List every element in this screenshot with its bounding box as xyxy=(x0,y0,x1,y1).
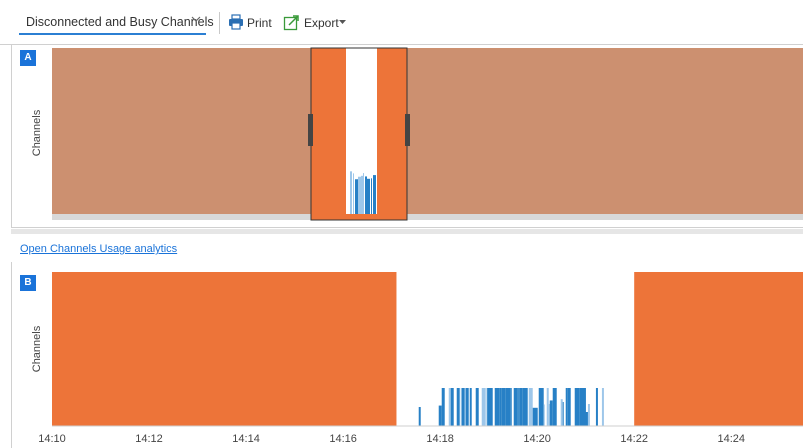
usage-bar xyxy=(519,388,523,426)
usage-bar xyxy=(499,388,502,426)
panel-b-y-axis-label: Channels xyxy=(31,325,43,373)
print-label: Print xyxy=(247,16,272,30)
usage-bar xyxy=(494,388,500,426)
usage-bar xyxy=(510,388,512,426)
usage-bar xyxy=(438,405,442,426)
caret-down-icon xyxy=(339,20,346,24)
export-label: Export xyxy=(304,16,339,30)
overview-window-left-handle xyxy=(308,114,313,146)
export-button[interactable]: Export xyxy=(283,14,347,32)
overview-usage-bar xyxy=(371,178,372,214)
overview-usage-bar xyxy=(361,175,363,214)
toolbar-separator xyxy=(219,12,220,34)
panel-divider[interactable] xyxy=(11,229,803,234)
x-tick-label: 14:10 xyxy=(38,433,66,445)
print-button[interactable]: Print xyxy=(228,14,274,32)
usage-bar xyxy=(528,388,533,426)
usage-bar xyxy=(501,388,506,426)
detail-chart: 14:10 14:12 14:14 14:16 14:18 14:20 14:22 14:24 xyxy=(38,272,803,445)
printer-icon xyxy=(229,14,243,30)
overview-scroll-track xyxy=(52,214,803,220)
open-channels-usage-analytics-link[interactable]: Open Channels Usage analytics xyxy=(20,243,177,255)
overview-usage-bar xyxy=(350,171,352,214)
x-tick-label: 14:14 xyxy=(232,433,260,445)
view-select[interactable]: Disconnected and Busy Channels xyxy=(19,9,214,35)
overview-usage-bar xyxy=(373,175,376,214)
overview-usage-bar xyxy=(353,173,354,214)
detail-panel: 14:10 14:12 14:14 14:16 14:18 14:20 14:22 14:24 xyxy=(11,262,803,448)
usage-bar xyxy=(465,388,469,426)
overview-usage-bar xyxy=(367,178,370,214)
export-icon xyxy=(283,15,299,31)
usage-bar xyxy=(543,404,545,426)
usage-bar xyxy=(418,407,421,426)
usage-bar xyxy=(560,399,563,426)
usage-bar xyxy=(487,388,493,426)
usage-bar xyxy=(475,388,479,426)
chevron-down-icon xyxy=(191,16,201,22)
x-tick-label: 14:20 xyxy=(523,433,551,445)
usage-bar xyxy=(565,388,568,426)
usage-bar xyxy=(469,388,472,426)
x-tick-label: 14:18 xyxy=(426,433,454,445)
usage-bar xyxy=(518,388,520,426)
view-select-label: Disconnected and Busy Channels xyxy=(26,15,214,29)
x-tick-label: 14:24 xyxy=(717,433,745,445)
usage-bar xyxy=(532,407,538,426)
panel-a-badge: A xyxy=(20,50,36,66)
overview-usage-bar xyxy=(355,179,358,214)
overview-usage-bar xyxy=(365,176,367,214)
usage-bar xyxy=(441,388,445,426)
usage-bar xyxy=(522,388,528,426)
usage-bar xyxy=(456,388,460,426)
usage-bar xyxy=(601,388,604,426)
usage-bar xyxy=(567,388,571,426)
usage-bar xyxy=(517,388,519,426)
usage-bar xyxy=(574,388,580,426)
usage-bar xyxy=(562,401,564,426)
usage-bar xyxy=(460,388,462,426)
usage-bar xyxy=(481,388,486,426)
overview-panel xyxy=(11,44,803,228)
usage-bar xyxy=(546,388,549,426)
usage-bar xyxy=(549,400,553,426)
busy-interval-0 xyxy=(52,272,397,426)
busy-interval-1 xyxy=(634,272,803,426)
x-tick-label: 14:22 xyxy=(620,433,648,445)
overview-usage-bar xyxy=(358,176,361,214)
usage-bar xyxy=(448,388,451,426)
panel-a-y-axis-label: Channels xyxy=(31,109,43,157)
overview-background xyxy=(52,48,803,214)
usage-bar xyxy=(505,388,511,426)
usage-bar xyxy=(595,388,598,426)
x-tick-label: 14:16 xyxy=(329,433,357,445)
toolbar: Disconnected and Busy Channels Print Exp… xyxy=(0,0,803,45)
overview-chart xyxy=(52,47,803,221)
overview-window-right-handle xyxy=(405,114,410,146)
usage-bar xyxy=(552,388,557,426)
overview-usage-bar xyxy=(363,173,364,214)
usage-bar xyxy=(538,388,544,426)
usage-bar xyxy=(450,388,454,426)
panel-b-badge: B xyxy=(20,275,36,291)
usage-bar xyxy=(461,388,465,426)
x-tick-label: 14:12 xyxy=(135,433,163,445)
usage-bar xyxy=(486,388,488,426)
usage-bar xyxy=(464,388,466,426)
usage-bar xyxy=(587,404,590,426)
usage-bar xyxy=(579,412,588,426)
usage-bar xyxy=(513,388,518,426)
usage-bar xyxy=(548,403,550,426)
